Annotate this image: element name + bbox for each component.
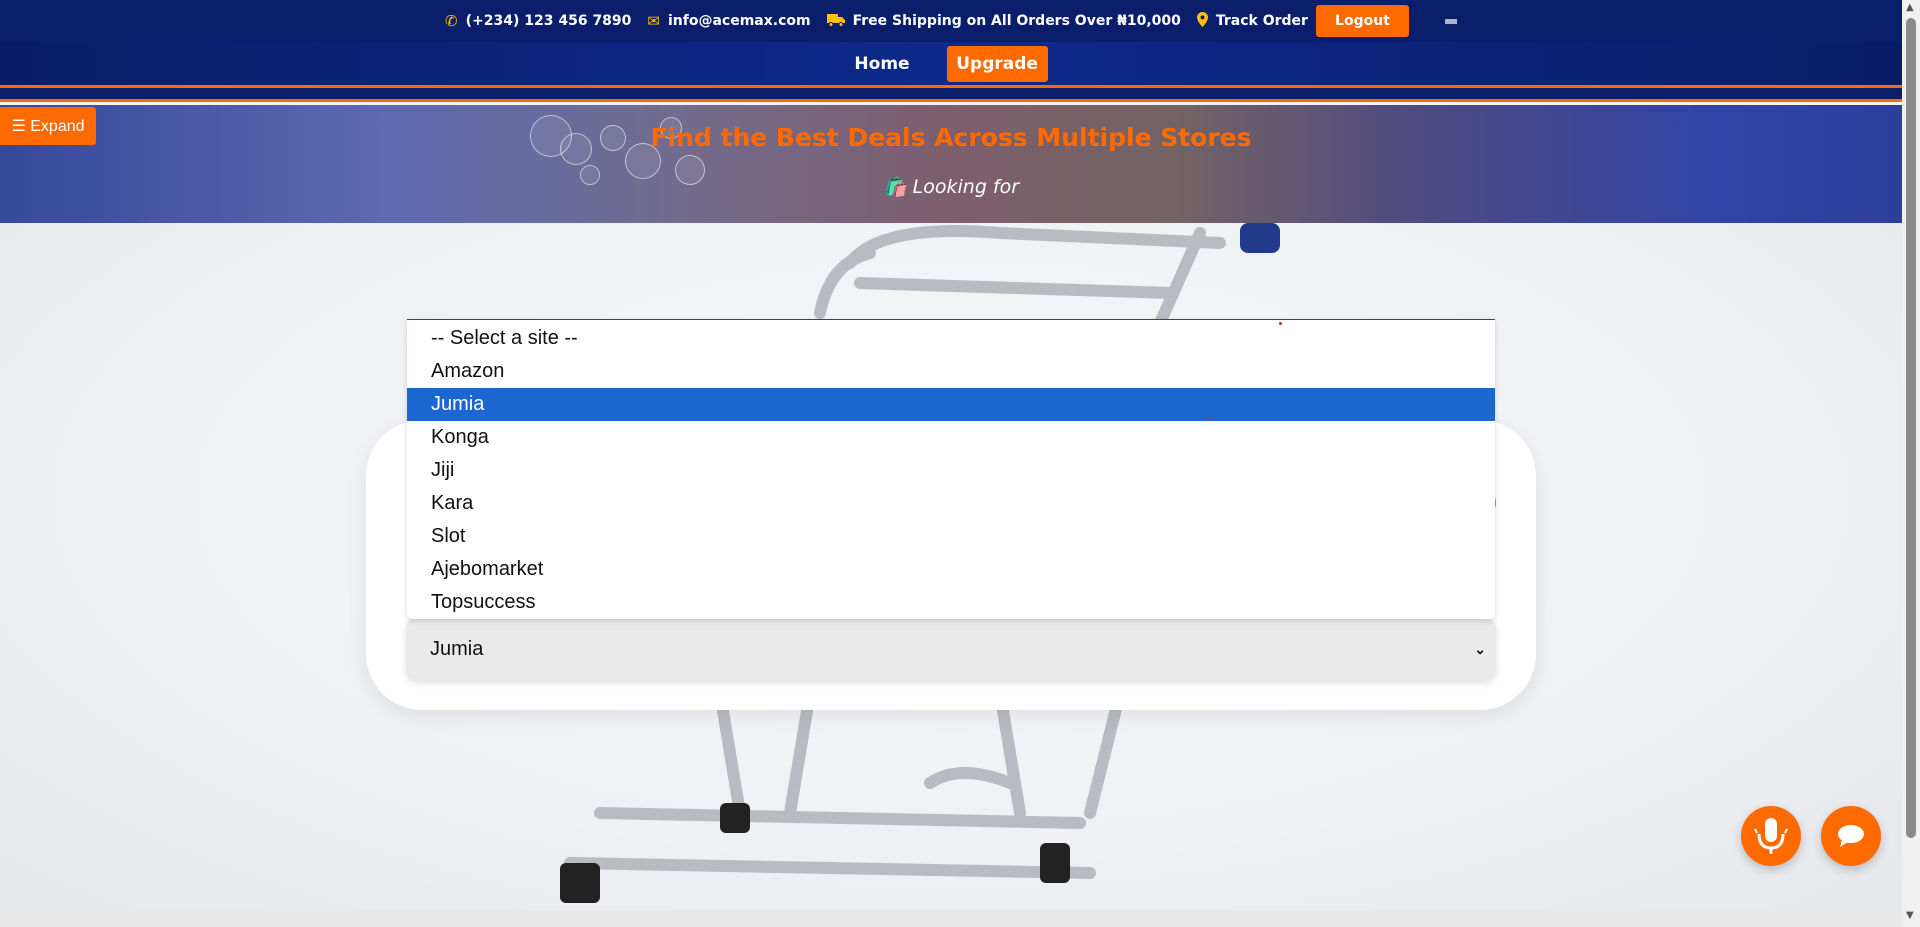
- vertical-scrollbar[interactable]: ▲ ▼: [1902, 0, 1920, 927]
- main-nav: Home Upgrade: [0, 42, 1902, 88]
- site-select[interactable]: Jumia ⌄: [406, 618, 1496, 680]
- truck-icon: [826, 13, 845, 30]
- phone-text: (+234) 123 456 7890: [465, 13, 632, 29]
- scroll-down-icon[interactable]: ▼: [1906, 910, 1914, 921]
- shipping-text: Free Shipping on All Orders Over ₦10,000: [852, 13, 1181, 29]
- site-option-kara[interactable]: Kara: [407, 487, 1495, 520]
- site-option-konga[interactable]: Konga: [407, 421, 1495, 454]
- hero-subtitle: 🛍️ Looking for: [0, 175, 1902, 198]
- map-marker-icon: [1196, 12, 1208, 30]
- site-option-jumia[interactable]: Jumia: [407, 388, 1495, 421]
- site-option-slot[interactable]: Slot: [407, 520, 1495, 553]
- top-info-bar: ✆ (+234) 123 456 7890 ✉ info@acemax.com …: [0, 0, 1902, 42]
- logout-button[interactable]: Logout: [1315, 5, 1409, 37]
- site-option-topsuccess[interactable]: Topsuccess: [407, 586, 1495, 619]
- email-text: info@acemax.com: [668, 13, 811, 29]
- language-flag-icon[interactable]: [1444, 18, 1457, 24]
- hero-subtitle-text: Looking for: [912, 176, 1020, 198]
- site-select-value: Jumia: [430, 637, 484, 660]
- site-option-amazon[interactable]: Amazon: [407, 355, 1495, 388]
- track-order-link[interactable]: Track Order: [1196, 12, 1308, 30]
- phone-icon: ✆: [445, 11, 458, 30]
- nav-home[interactable]: Home: [854, 54, 909, 74]
- track-order-text: Track Order: [1215, 13, 1308, 29]
- voice-search-button[interactable]: [1741, 806, 1801, 866]
- chat-button[interactable]: [1821, 806, 1881, 866]
- shopping-bags-icon: 🛍️: [882, 176, 907, 198]
- envelope-icon: ✉: [647, 11, 660, 30]
- sidebar-expand-button[interactable]: ☰ Expand: [0, 107, 96, 145]
- chevron-down-icon: ⌄: [1474, 640, 1486, 657]
- chat-bubble-icon: [1838, 825, 1864, 847]
- nav-accent-line: [0, 99, 1902, 102]
- scrollbar-thumb[interactable]: [1906, 18, 1916, 838]
- red-marker-dot: [1279, 322, 1282, 325]
- hero-title: Find the Best Deals Across Multiple Stor…: [650, 123, 1252, 152]
- bottom-scroll-area: [0, 910, 1902, 927]
- contact-email[interactable]: ✉ info@acemax.com: [647, 13, 810, 29]
- site-option-placeholder[interactable]: -- Select a site --: [407, 322, 1495, 355]
- site-select-dropdown: -- Select a site -- Amazon Jumia Konga J…: [407, 319, 1495, 619]
- scroll-up-icon[interactable]: ▲: [1906, 2, 1914, 13]
- site-option-ajebomarket[interactable]: Ajebomarket: [407, 553, 1495, 586]
- shipping-info: Free Shipping on All Orders Over ₦10,000: [826, 13, 1181, 30]
- upgrade-button[interactable]: Upgrade: [946, 45, 1048, 82]
- microphone-icon: [1754, 818, 1788, 854]
- site-option-jiji[interactable]: Jiji: [407, 454, 1495, 487]
- hero-banner: Find the Best Deals Across Multiple Stor…: [0, 105, 1902, 223]
- nav-divider: [0, 88, 1902, 102]
- red-marker-dot: [1207, 417, 1210, 420]
- contact-phone[interactable]: ✆ (+234) 123 456 7890: [445, 13, 631, 29]
